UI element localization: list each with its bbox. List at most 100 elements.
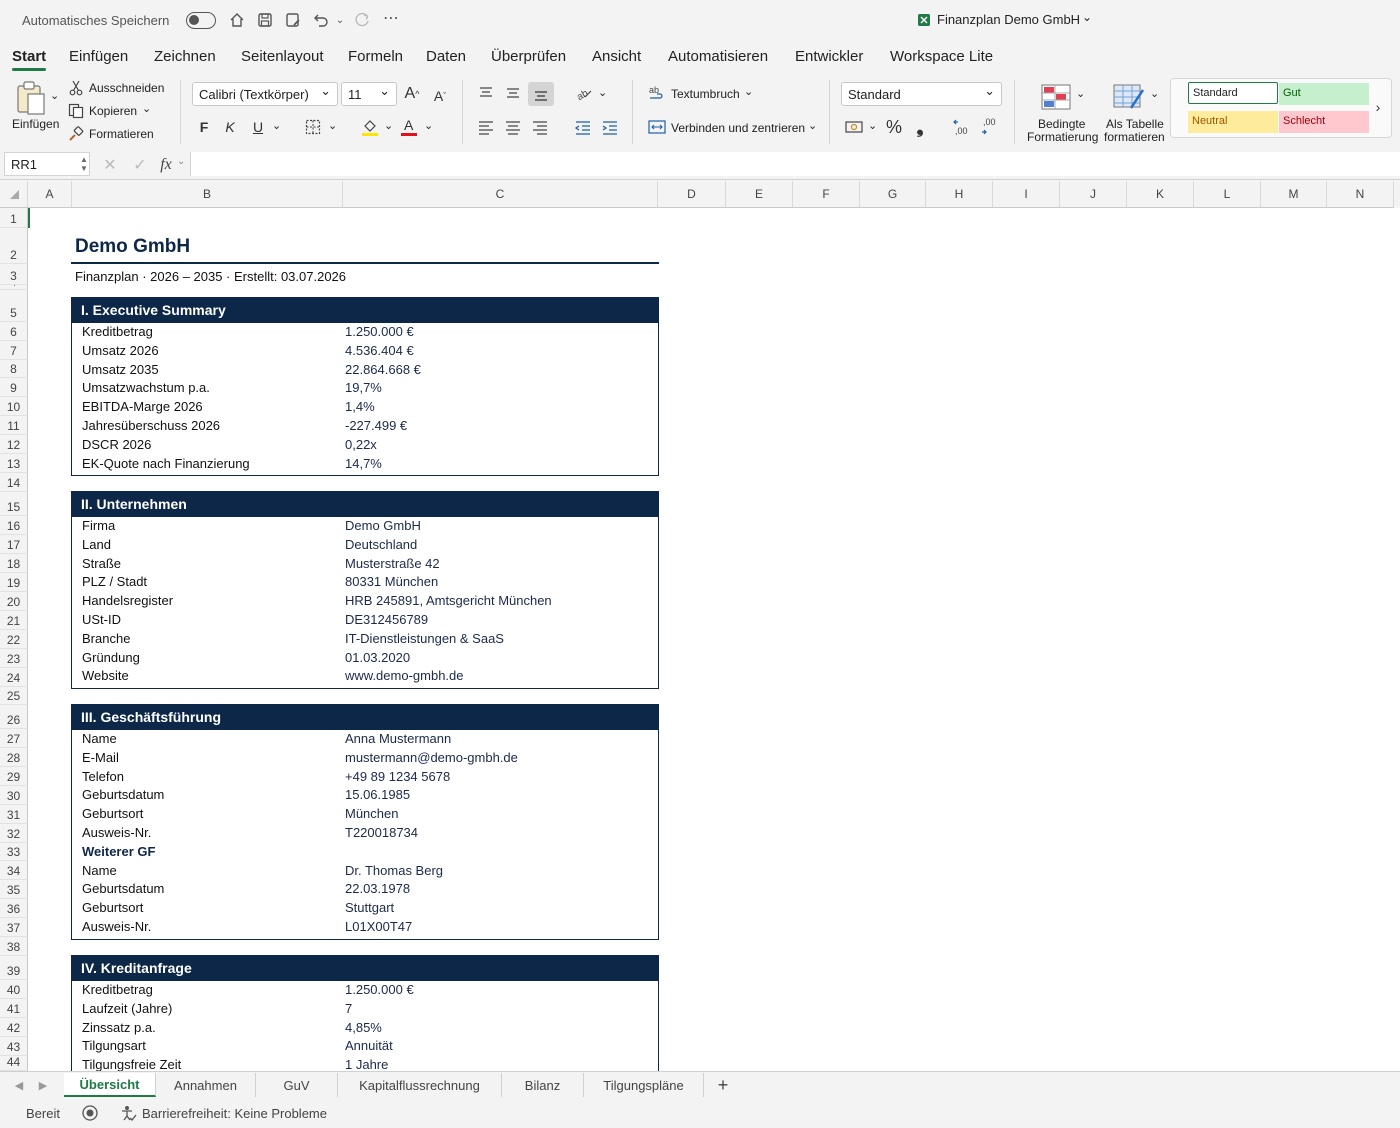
underline-button[interactable]: U — [250, 118, 266, 136]
tab-zeichnen[interactable]: Zeichnen — [154, 48, 216, 65]
field-value[interactable]: 1,4% — [345, 399, 375, 414]
field-label[interactable]: Name — [82, 863, 117, 878]
italic-button[interactable]: K — [222, 118, 238, 136]
formula-input[interactable] — [190, 152, 1400, 176]
row-header[interactable]: 31 — [0, 805, 28, 824]
field-value[interactable]: 1.250.000 € — [345, 982, 414, 997]
tab-einfuegen[interactable]: Einfügen — [69, 48, 128, 65]
field-label[interactable]: Umsatz 2035 — [82, 362, 159, 377]
field-label[interactable]: Jahresüberschuss 2026 — [82, 418, 220, 433]
field-value[interactable]: www.demo-gmbh.de — [345, 668, 464, 683]
row-header[interactable]: 29 — [0, 767, 28, 786]
field-value[interactable]: 01.03.2020 — [345, 650, 410, 665]
redo-icon[interactable] — [353, 10, 371, 30]
field-value[interactable]: 4.536.404 € — [345, 343, 414, 358]
sheet-tab-guv[interactable]: GuV — [256, 1073, 338, 1097]
row-header[interactable]: 20 — [0, 592, 28, 611]
row-header[interactable]: 33 — [0, 843, 28, 861]
column-header[interactable]: G — [860, 181, 926, 208]
more-icon[interactable]: ⋯ — [382, 8, 400, 28]
row-header[interactable]: 37 — [0, 918, 28, 937]
field-value[interactable]: IT-Dienstleistungen & SaaS — [345, 631, 504, 646]
orientation-chevron-down-icon[interactable]: ⌄ — [598, 86, 607, 99]
row-header[interactable]: 34 — [0, 861, 28, 880]
conditional-formatting-label-2[interactable]: Formatierung — [1027, 130, 1098, 144]
row-header[interactable]: 23 — [0, 649, 28, 668]
cut-label[interactable]: Ausschneiden — [89, 81, 164, 95]
format-as-table-chevron-down-icon[interactable]: ⌄ — [1150, 87, 1159, 100]
name-box-stepper-icon[interactable]: ▲ ▼ — [80, 153, 88, 175]
row-header[interactable]: 11 — [0, 416, 28, 435]
status-accessibility[interactable]: Barrierefreiheit: Keine Probleme — [142, 1106, 327, 1121]
field-label[interactable]: Name — [82, 731, 117, 746]
increase-font-size-icon[interactable]: A ^ — [402, 84, 422, 104]
row-header[interactable]: 15 — [0, 492, 28, 516]
format-painter-icon[interactable] — [67, 126, 85, 142]
align-middle-icon[interactable] — [503, 84, 523, 102]
field-value[interactable]: DE312456789 — [345, 612, 428, 627]
row-header[interactable]: 10 — [0, 397, 28, 416]
row-header[interactable]: 5 — [0, 290, 28, 322]
decrease-font-size-icon[interactable]: Aˇ — [430, 86, 450, 106]
style-neutral[interactable]: Neutral — [1188, 111, 1278, 133]
company-title[interactable]: Demo GmbH — [75, 236, 190, 258]
tab-entwickler[interactable]: Entwickler — [795, 48, 863, 65]
field-value[interactable]: Deutschland — [345, 537, 417, 552]
style-schlecht[interactable]: Schlecht — [1279, 111, 1369, 133]
column-header[interactable]: A — [28, 181, 72, 208]
save-icon[interactable] — [256, 10, 274, 30]
plan-subtitle[interactable]: Finanzplan · 2026 – 2035 · Erstellt: 03.… — [75, 269, 346, 284]
field-label[interactable]: Gründung — [82, 650, 140, 665]
column-header[interactable]: F — [793, 181, 860, 208]
undo-icon[interactable] — [312, 10, 330, 30]
paste-chevron-down-icon[interactable]: ⌄ — [50, 89, 59, 102]
conditional-formatting-icon[interactable] — [1040, 82, 1072, 112]
accounting-chevron-down-icon[interactable]: ⌄ — [868, 119, 877, 132]
accounting-format-icon[interactable] — [844, 118, 866, 136]
field-value[interactable]: T220018734 — [345, 825, 418, 840]
row-header[interactable]: 38 — [0, 937, 28, 956]
undo-dropdown-icon[interactable]: ⌄ — [334, 12, 346, 28]
field-label[interactable]: Telefon — [82, 769, 124, 784]
field-label[interactable]: Geburtsdatum — [82, 881, 164, 896]
borders-icon[interactable] — [304, 118, 322, 136]
comma-button[interactable]: ❟ — [912, 116, 928, 138]
row-header[interactable]: 25 — [0, 687, 28, 705]
tab-automatisieren[interactable]: Automatisieren — [668, 48, 768, 65]
row-header[interactable]: 13 — [0, 454, 28, 473]
wrap-text-icon[interactable]: ab — [648, 84, 666, 102]
field-value[interactable]: 19,7% — [345, 380, 382, 395]
column-header[interactable]: H — [926, 181, 993, 208]
scissors-icon[interactable] — [68, 80, 84, 96]
row-header[interactable]: 2 — [0, 228, 28, 264]
font-name-select[interactable]: Calibri (Textkörper) — [192, 82, 338, 106]
paste-icon[interactable] — [14, 80, 50, 116]
increase-decimal-icon[interactable]: ,00 — [952, 116, 974, 138]
field-value[interactable]: +49 89 1234 5678 — [345, 769, 450, 784]
field-label[interactable]: Straße — [82, 556, 121, 571]
field-value[interactable]: 4,85% — [345, 1020, 382, 1035]
prev-sheet-icon[interactable]: ◀ — [12, 1076, 26, 1094]
font-color-icon[interactable]: A — [399, 116, 419, 138]
row-header[interactable]: 16 — [0, 516, 28, 535]
column-header[interactable]: C — [343, 181, 658, 208]
row-header[interactable]: 14 — [0, 473, 28, 492]
paste-label[interactable]: Einfügen — [12, 117, 59, 131]
row-header[interactable]: 21 — [0, 611, 28, 630]
row-header[interactable]: 30 — [0, 786, 28, 805]
autosave-toggle[interactable] — [186, 12, 216, 29]
row-header[interactable]: 22 — [0, 630, 28, 649]
tab-formeln[interactable]: Formeln — [348, 48, 403, 65]
row-header[interactable]: 39 — [0, 956, 28, 980]
column-header[interactable]: J — [1060, 181, 1127, 208]
column-header[interactable]: L — [1194, 181, 1261, 208]
row-header[interactable]: 32 — [0, 824, 28, 843]
add-sheet-button[interactable]: + — [712, 1074, 734, 1096]
field-label[interactable]: Land — [82, 537, 111, 552]
field-label[interactable]: Website — [82, 668, 129, 683]
row-header[interactable]: 8 — [0, 360, 28, 378]
field-value[interactable]: Dr. Thomas Berg — [345, 863, 443, 878]
merge-chevron-down-icon[interactable]: ⌄ — [808, 119, 817, 132]
borders-chevron-down-icon[interactable]: ⌄ — [328, 119, 337, 132]
document-title[interactable]: Finanzplan Demo GmbH — [937, 12, 1080, 27]
